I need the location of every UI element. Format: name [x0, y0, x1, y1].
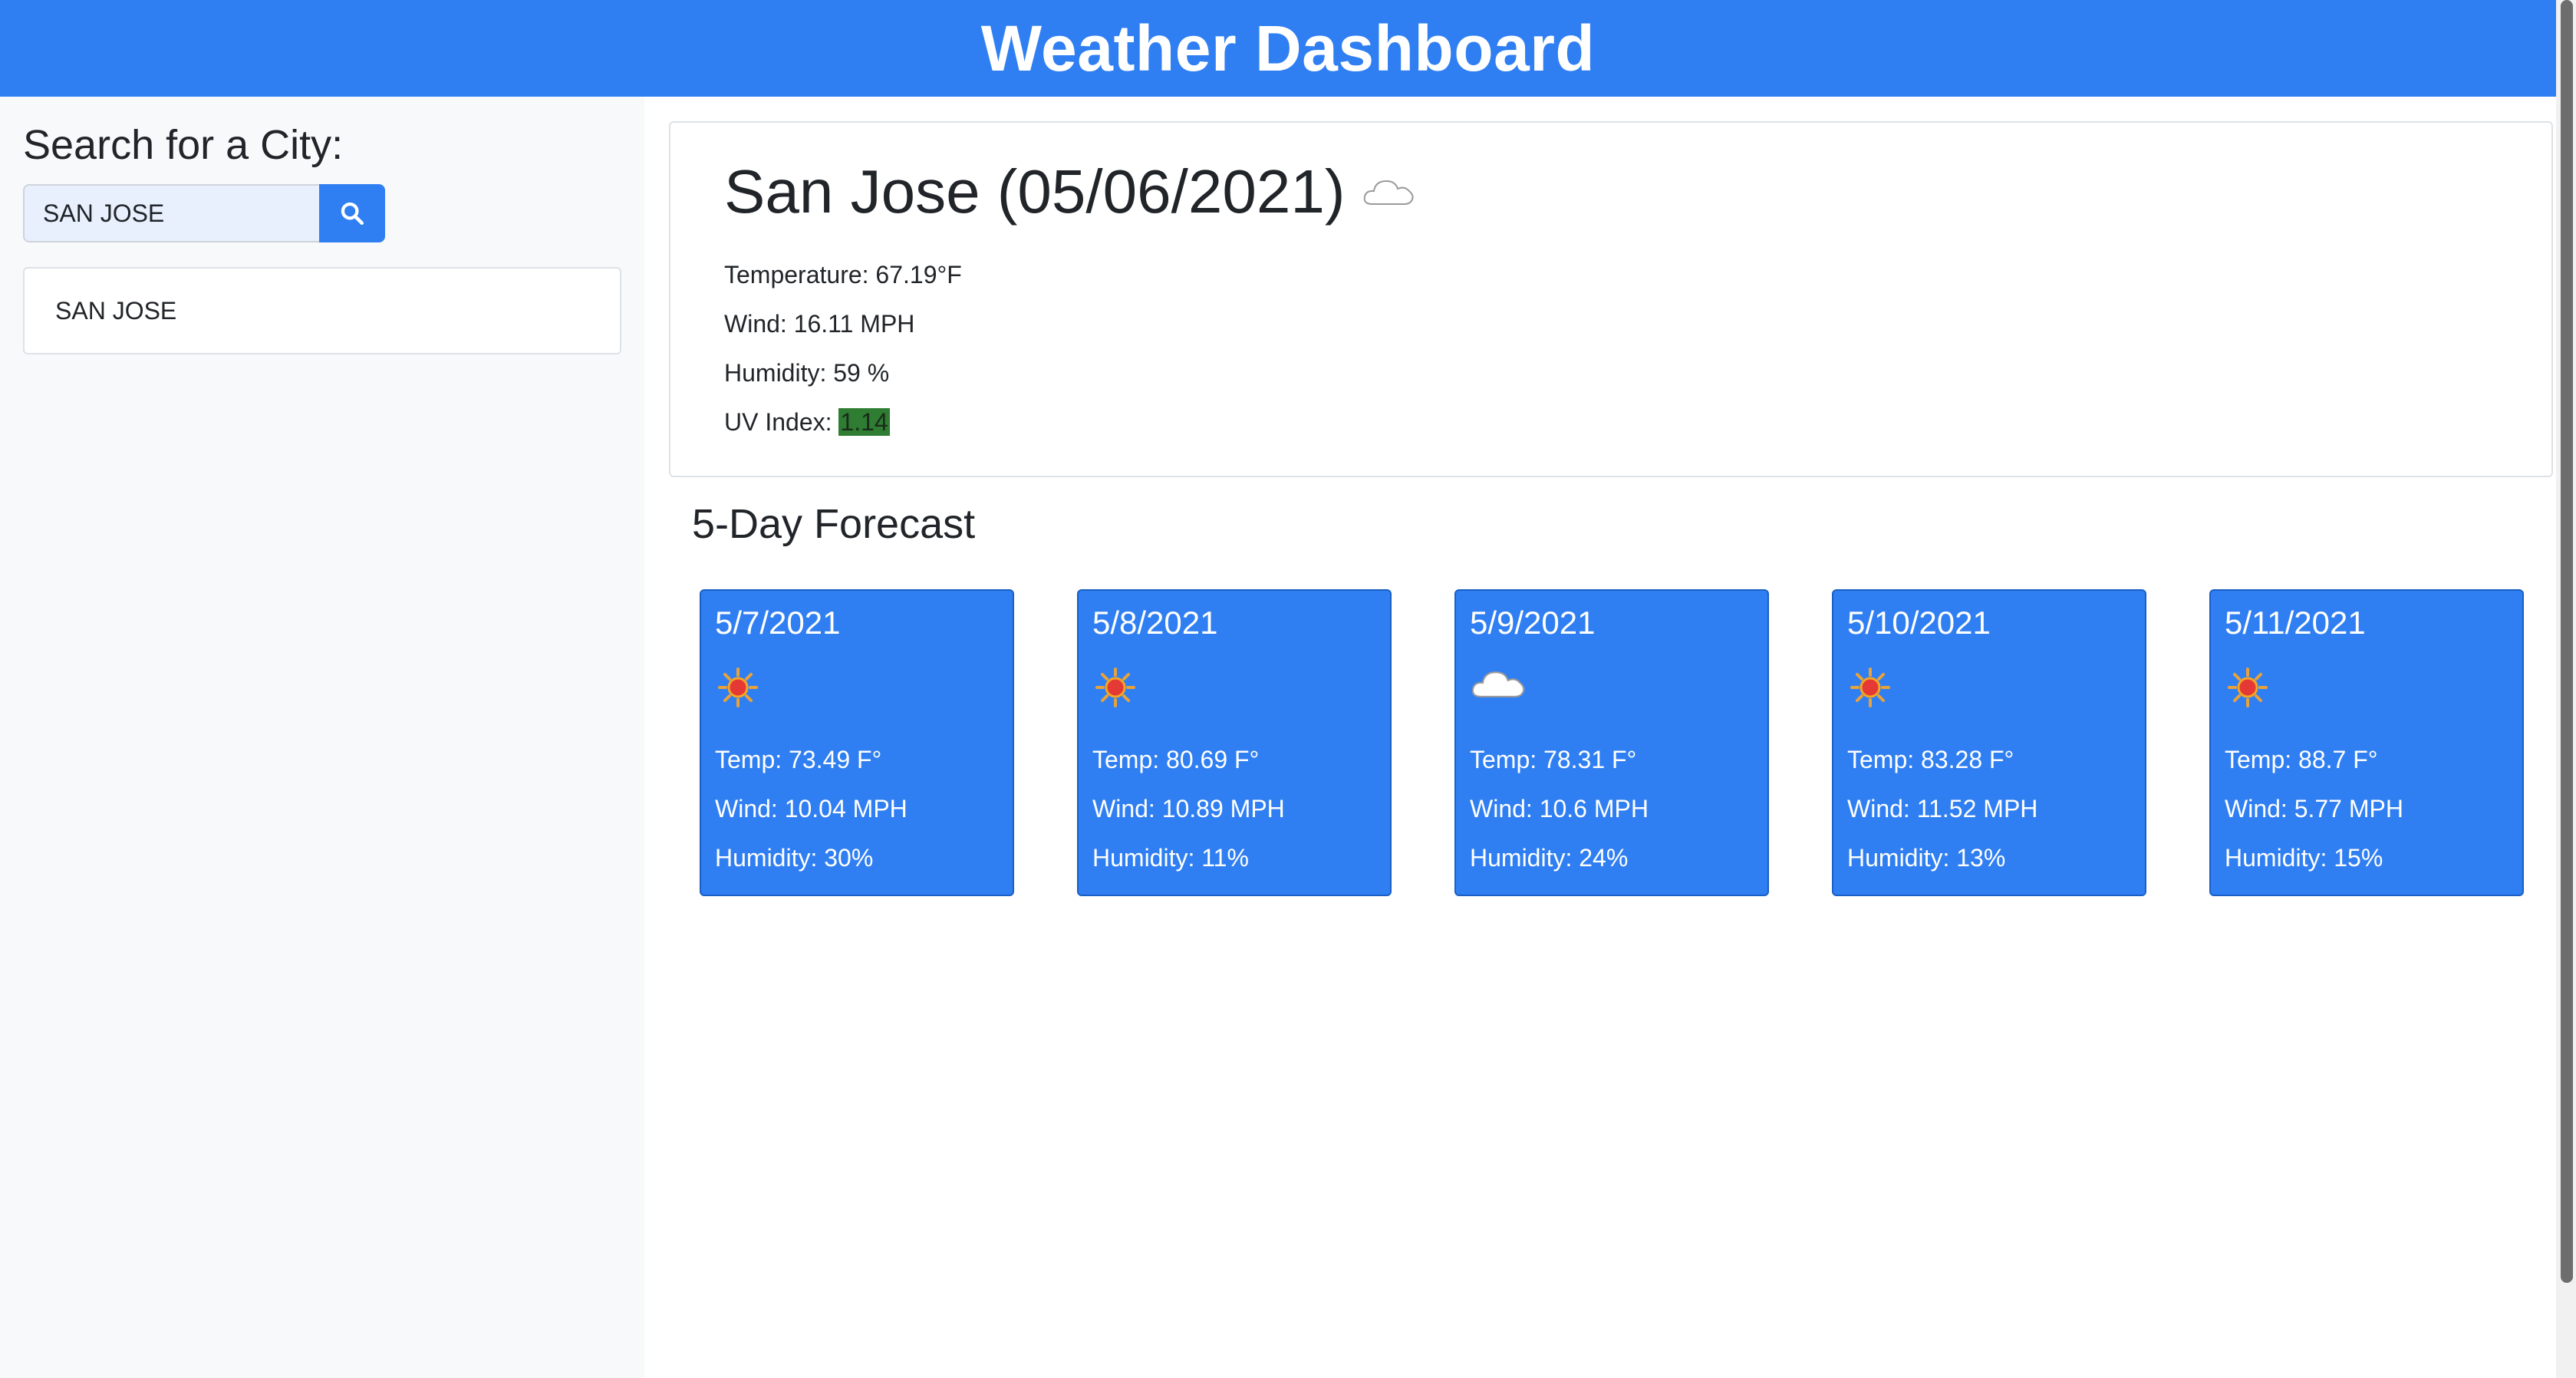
- forecast-card: 5/8/2021 Temp: 80.69 F° Wind: 10.89 MPH …: [1077, 589, 1392, 896]
- forecast-date: 5/10/2021: [1847, 605, 1991, 641]
- current-uv-index: UV Index: 1.14: [724, 408, 890, 437]
- forecast-title: 5-Day Forecast: [692, 501, 976, 547]
- forecast-wind: Wind: 11.52 MPH: [1847, 795, 2038, 823]
- forecast-date: 5/9/2021: [1470, 605, 1596, 641]
- forecast-temp: Temp: 73.49 F°: [715, 746, 882, 773]
- forecast-card: 5/11/2021 Temp: 88.7 F° Wind: 5.77 MPH H…: [2209, 589, 2524, 896]
- sun-icon: [715, 664, 761, 714]
- history-item-label: SAN JOSE: [55, 296, 177, 325]
- vertical-scrollbar[interactable]: [2556, 0, 2576, 1378]
- current-weather-card: San Jose (05/06/2021) Temperature: 67.19…: [669, 121, 2553, 477]
- app-header: Weather Dashboard: [0, 0, 2576, 97]
- forecast-wind: Wind: 10.04 MPH: [715, 795, 908, 823]
- cloud-icon: [1470, 664, 1528, 707]
- search-icon: [341, 202, 364, 226]
- forecast-humidity: Humidity: 30%: [715, 844, 874, 872]
- sidebar: Search for a City: SAN JOSE: [0, 97, 644, 1378]
- history-item-san-jose[interactable]: SAN JOSE: [23, 267, 621, 354]
- forecast-date: 5/7/2021: [715, 605, 841, 641]
- forecast-date: 5/8/2021: [1092, 605, 1218, 641]
- page-title: Weather Dashboard: [980, 12, 1596, 84]
- forecast-humidity: Humidity: 24%: [1470, 844, 1629, 872]
- current-temperature: Temperature: 67.19°F: [724, 261, 962, 288]
- forecast-card: 5/7/2021 Temp: 73.49 F° Wind: 10.04 MPH …: [700, 589, 1014, 896]
- scrollbar-thumb[interactable]: [2561, 0, 2573, 1283]
- uv-index-label: UV Index:: [724, 408, 839, 436]
- forecast-card: 5/9/2021 Temp: 78.31 F° Wind: 10.6 MPH H…: [1454, 589, 1769, 896]
- forecast-humidity: Humidity: 13%: [1847, 844, 2006, 872]
- current-humidity: Humidity: 59 %: [724, 359, 890, 387]
- search-label: Search for a City:: [23, 122, 344, 168]
- uv-index-badge: 1.14: [838, 408, 890, 436]
- current-weather-title: San Jose (05/06/2021): [724, 157, 1417, 227]
- forecast-card: 5/10/2021 Temp: 83.28 F° Wind: 11.52 MPH…: [1832, 589, 2146, 896]
- search-button[interactable]: [319, 184, 385, 242]
- city-date-heading: San Jose (05/06/2021): [724, 157, 1346, 226]
- forecast-wind: Wind: 5.77 MPH: [2225, 795, 2403, 823]
- sun-icon: [1092, 664, 1138, 714]
- cloud-icon: [1362, 175, 1417, 209]
- forecast-wind: Wind: 10.89 MPH: [1092, 795, 1285, 823]
- city-search-input[interactable]: [23, 184, 319, 242]
- forecast-temp: Temp: 80.69 F°: [1092, 746, 1260, 773]
- search-form: [23, 184, 385, 242]
- forecast-humidity: Humidity: 15%: [2225, 844, 2383, 872]
- forecast-humidity: Humidity: 11%: [1092, 844, 1249, 872]
- forecast-wind: Wind: 10.6 MPH: [1470, 795, 1649, 823]
- sun-icon: [2225, 664, 2271, 714]
- forecast-temp: Temp: 88.7 F°: [2225, 746, 2378, 773]
- current-wind: Wind: 16.11 MPH: [724, 310, 915, 338]
- sun-icon: [1847, 664, 1893, 714]
- forecast-temp: Temp: 83.28 F°: [1847, 746, 2014, 773]
- forecast-temp: Temp: 78.31 F°: [1470, 746, 1637, 773]
- forecast-date: 5/11/2021: [2225, 605, 2366, 641]
